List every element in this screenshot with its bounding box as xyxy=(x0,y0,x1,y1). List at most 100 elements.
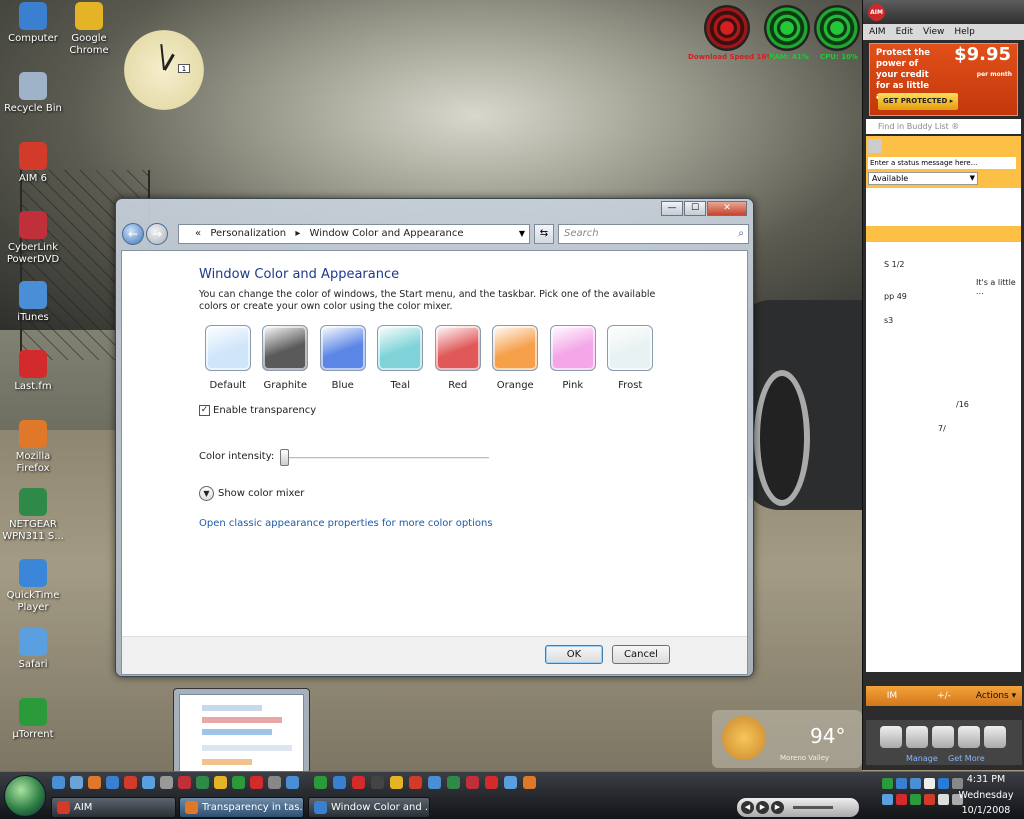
classic-appearance-link[interactable]: Open classic appearance properties for m… xyxy=(199,518,493,529)
tray-icon[interactable] xyxy=(924,794,935,805)
tray-icon[interactable] xyxy=(910,778,921,789)
quicklaunch-icon[interactable] xyxy=(428,776,441,789)
ram-meter[interactable] xyxy=(764,5,810,51)
tray-button-3[interactable] xyxy=(932,726,954,748)
cpu-meter[interactable] xyxy=(814,5,860,51)
start-button[interactable] xyxy=(4,775,46,817)
chevron-down-icon[interactable]: ▼ xyxy=(199,486,214,501)
tray-icon[interactable] xyxy=(924,778,935,789)
desktop-icon-itunes[interactable]: iTunes xyxy=(2,281,64,324)
desktop-icon-computer[interactable]: Computer xyxy=(2,2,64,45)
aim-tab-0[interactable]: IM xyxy=(866,691,918,701)
avatar[interactable] xyxy=(868,139,882,153)
quicklaunch-icon[interactable] xyxy=(447,776,460,789)
quicklaunch-icon[interactable] xyxy=(106,776,119,789)
close-button[interactable]: ✕ xyxy=(707,201,747,216)
tray-icon[interactable] xyxy=(882,794,893,805)
breadcrumb-window-color[interactable]: Window Color and Appearance xyxy=(310,228,464,239)
aim-menu-aim[interactable]: AIM xyxy=(869,27,886,37)
swatch-default[interactable]: Default xyxy=(199,325,257,391)
cancel-button[interactable]: Cancel xyxy=(612,645,670,664)
address-bar[interactable]: « Personalization ▸ Window Color and App… xyxy=(178,224,530,244)
quicklaunch-icon[interactable] xyxy=(268,776,281,789)
ok-button[interactable]: OK xyxy=(545,645,603,664)
swatch-color-box[interactable] xyxy=(204,325,251,371)
quicklaunch-icon[interactable] xyxy=(70,776,83,789)
refresh-button[interactable]: ⇆ xyxy=(534,224,554,244)
quicklaunch-icon[interactable] xyxy=(485,776,498,789)
quicklaunch-icon[interactable] xyxy=(466,776,479,789)
swatch-color-box[interactable] xyxy=(492,325,539,371)
taskbar-clock[interactable]: 4:31 PM Wednesday 10/1/2008 xyxy=(954,772,1018,819)
maximize-button[interactable]: ☐ xyxy=(684,201,706,216)
aim-advertisement[interactable]: Protect the power of your credit for as … xyxy=(869,43,1018,116)
buddy-row-highlight[interactable] xyxy=(866,226,1021,242)
quicklaunch-icon[interactable] xyxy=(142,776,155,789)
swatch-red[interactable]: Red xyxy=(429,325,487,391)
desktop-icon-chrome[interactable]: Google Chrome xyxy=(58,2,120,57)
swatch-orange[interactable]: Orange xyxy=(487,325,545,391)
aim-menu-view[interactable]: View xyxy=(923,27,944,37)
aim-menu-help[interactable]: Help xyxy=(954,27,975,37)
taskbar-button-2[interactable]: Window Color and ... xyxy=(308,797,430,818)
tray-button-2[interactable] xyxy=(906,726,928,748)
aim-tab-2[interactable]: Actions ▾ xyxy=(970,691,1022,701)
aim-tab-1[interactable]: +/- xyxy=(918,691,970,701)
buddy-row[interactable]: /16 xyxy=(956,400,969,409)
next-icon[interactable]: ▶ xyxy=(771,801,784,814)
find-buddy-input[interactable]: Find in Buddy List ® xyxy=(866,119,1021,134)
buddy-row[interactable]: s3 xyxy=(884,316,893,325)
desktop-icon-firefox[interactable]: Mozilla Firefox xyxy=(2,420,64,475)
desktop-icon-quicktime[interactable]: QuickTime Player xyxy=(2,559,64,614)
tray-icon[interactable] xyxy=(938,794,949,805)
tray-icon[interactable] xyxy=(896,778,907,789)
buddy-row[interactable]: 7/ xyxy=(938,424,946,433)
swatch-color-box[interactable] xyxy=(262,325,309,371)
quicklaunch-icon[interactable] xyxy=(504,776,517,789)
buddy-row[interactable]: pp 49 xyxy=(884,292,907,301)
quicklaunch-icon[interactable] xyxy=(409,776,422,789)
desktop-icon-utorrent[interactable]: µTorrent xyxy=(2,698,64,741)
swatch-color-box[interactable] xyxy=(434,325,481,371)
tray-button-1[interactable] xyxy=(880,726,902,748)
transparency-checkbox[interactable]: ✓ Enable transparency xyxy=(199,405,316,416)
volume-slider[interactable] xyxy=(793,806,833,809)
swatch-color-box[interactable] xyxy=(549,325,596,371)
taskbar-button-0[interactable]: AIM xyxy=(51,797,176,818)
intensity-slider-thumb[interactable] xyxy=(280,449,289,466)
swatch-color-box[interactable] xyxy=(377,325,424,371)
quicklaunch-icon[interactable] xyxy=(286,776,299,789)
quicklaunch-icon[interactable] xyxy=(160,776,173,789)
quicklaunch-icon[interactable] xyxy=(214,776,227,789)
clock-gadget[interactable]: 1 xyxy=(124,30,204,110)
previous-icon[interactable]: ◀ xyxy=(741,801,754,814)
swatch-color-box[interactable] xyxy=(607,325,654,371)
swatch-color-box[interactable] xyxy=(319,325,366,371)
quicklaunch-icon[interactable] xyxy=(371,776,384,789)
forward-button[interactable]: → xyxy=(146,223,168,245)
quicklaunch-icon[interactable] xyxy=(333,776,346,789)
aim-titlebar[interactable]: AIM xyxy=(863,0,1024,24)
intensity-slider-track[interactable] xyxy=(284,457,489,459)
tray-icon[interactable] xyxy=(938,778,949,789)
desktop-icon-powerdvd[interactable]: CyberLink PowerDVD xyxy=(2,211,64,266)
get-protected-button[interactable]: GET PROTECTED ▸ xyxy=(878,93,959,110)
swatch-teal[interactable]: Teal xyxy=(372,325,430,391)
color-mixer-toggle[interactable]: ▼ Show color mixer xyxy=(199,486,304,501)
tray-icon[interactable] xyxy=(882,778,893,789)
buddy-row[interactable]: S 1/2 xyxy=(884,260,905,269)
download-meter[interactable] xyxy=(704,5,750,51)
swatch-graphite[interactable]: Graphite xyxy=(257,325,315,391)
quicklaunch-icon[interactable] xyxy=(178,776,191,789)
quicklaunch-icon[interactable] xyxy=(390,776,403,789)
get-more-link[interactable]: Get More xyxy=(948,754,985,763)
manage-link[interactable]: Manage xyxy=(906,754,938,763)
desktop-icon-lastfm[interactable]: Last.fm xyxy=(2,350,64,393)
swatch-frost[interactable]: Frost xyxy=(602,325,660,391)
quicklaunch-icon[interactable] xyxy=(523,776,536,789)
quicklaunch-icon[interactable] xyxy=(88,776,101,789)
quicklaunch-icon[interactable] xyxy=(52,776,65,789)
tray-button-4[interactable] xyxy=(958,726,980,748)
desktop-icon-aim[interactable]: AIM 6 xyxy=(2,142,64,185)
desktop-icon-safari[interactable]: Safari xyxy=(2,628,64,671)
